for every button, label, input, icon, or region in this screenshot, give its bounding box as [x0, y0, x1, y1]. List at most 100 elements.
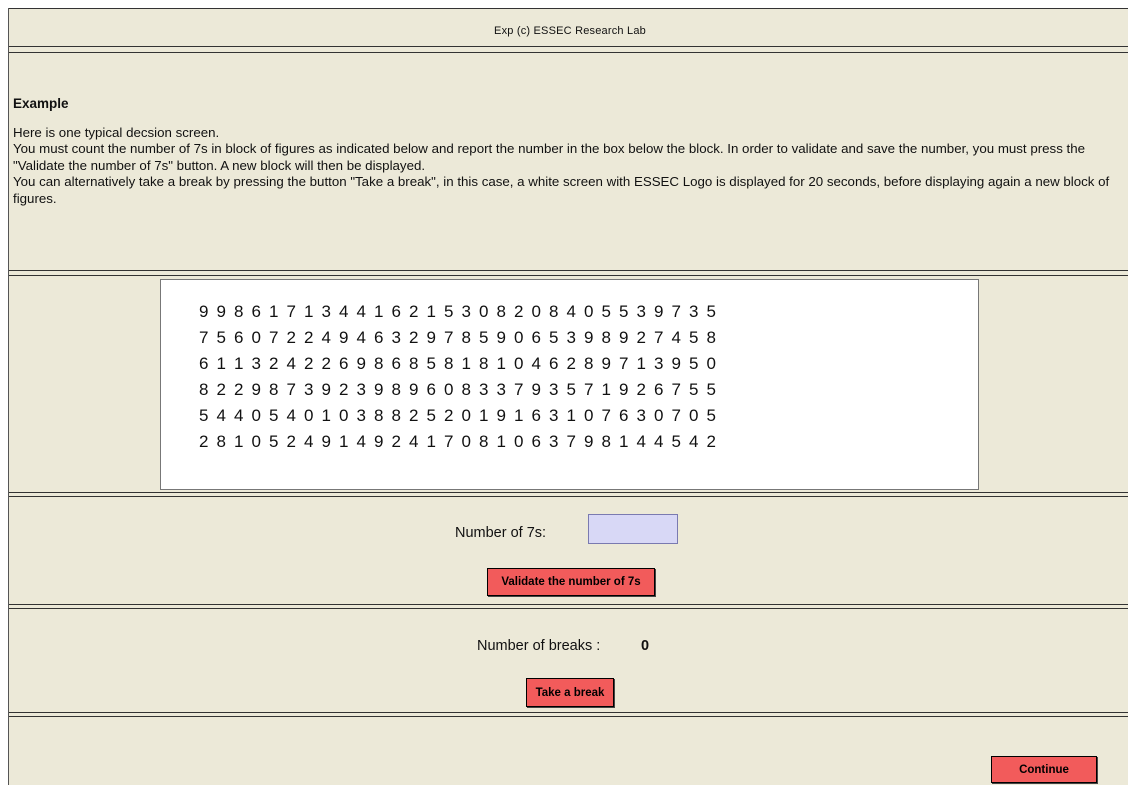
digit: 2 — [286, 432, 296, 451]
digit: 9 — [374, 432, 384, 451]
digit: 5 — [426, 354, 436, 373]
digit: 9 — [496, 328, 506, 347]
digit: 4 — [321, 328, 331, 347]
digit: 2 — [304, 328, 314, 347]
digit: 3 — [566, 328, 576, 347]
digit: 0 — [706, 354, 716, 373]
digit: 3 — [479, 380, 489, 399]
digit: 1 — [636, 354, 646, 373]
digit: 7 — [671, 380, 681, 399]
digit: 0 — [444, 380, 454, 399]
digit: 6 — [531, 328, 541, 347]
breaks-label: Number of breaks : — [477, 638, 601, 654]
digit: 3 — [636, 406, 646, 425]
digit: 8 — [584, 354, 594, 373]
instructions: Example Here is one typical decsion scre… — [13, 96, 1121, 207]
digit: 5 — [216, 328, 226, 347]
divider — [9, 270, 1128, 271]
digit: 5 — [706, 406, 716, 425]
digit: 1 — [514, 406, 524, 425]
digit: 9 — [199, 302, 209, 321]
digit: 2 — [409, 328, 419, 347]
digit: 2 — [234, 380, 244, 399]
digit: 5 — [199, 406, 209, 425]
digit: 2 — [444, 406, 454, 425]
header-title: Exp (c) ESSEC Research Lab — [494, 25, 646, 37]
digit: 0 — [251, 328, 261, 347]
digit: 6 — [619, 406, 629, 425]
digit: 4 — [689, 432, 699, 451]
digit: 0 — [251, 406, 261, 425]
digit-row: 281052491492417081063798144542 — [195, 432, 720, 452]
digit: 4 — [216, 406, 226, 425]
digit: 3 — [689, 302, 699, 321]
digit: 1 — [601, 380, 611, 399]
digit: 9 — [321, 432, 331, 451]
digit: 8 — [234, 302, 244, 321]
digit: 6 — [234, 328, 244, 347]
digit: 6 — [374, 328, 384, 347]
count-input[interactable] — [588, 514, 678, 544]
digit: 1 — [566, 406, 576, 425]
digit: 2 — [409, 406, 419, 425]
digit: 6 — [251, 302, 261, 321]
digit: 6 — [391, 302, 401, 321]
digit: 7 — [199, 328, 209, 347]
digit: 2 — [216, 380, 226, 399]
digit: 2 — [321, 354, 331, 373]
continue-button[interactable]: Continue — [991, 756, 1097, 783]
validate-button[interactable]: Validate the number of 7s — [487, 568, 655, 596]
digit: 6 — [391, 354, 401, 373]
digit: 5 — [444, 302, 454, 321]
digit-row: 822987392398960833793571926755 — [195, 380, 720, 400]
digit: 9 — [339, 328, 349, 347]
digit: 8 — [409, 354, 419, 373]
digit: 2 — [199, 432, 209, 451]
digit: 1 — [304, 302, 314, 321]
digit: 6 — [199, 354, 209, 373]
digit: 3 — [251, 354, 261, 373]
digit: 4 — [356, 432, 366, 451]
digit: 9 — [409, 380, 419, 399]
digit: 5 — [706, 380, 716, 399]
divider — [9, 604, 1128, 605]
digit: 2 — [514, 302, 524, 321]
digit: 0 — [654, 406, 664, 425]
digit-row: 544054010388252019163107630705 — [195, 406, 720, 426]
instructions-line: Here is one typical decsion screen. — [13, 124, 220, 140]
digit: 1 — [216, 354, 226, 373]
digit: 9 — [654, 302, 664, 321]
digit: 2 — [304, 354, 314, 373]
digit: 8 — [391, 380, 401, 399]
digit: 1 — [479, 406, 489, 425]
digit: 8 — [199, 380, 209, 399]
count-label: Number of 7s: — [455, 525, 547, 541]
digit: 4 — [531, 354, 541, 373]
divider — [9, 496, 1128, 497]
take-break-button[interactable]: Take a break — [526, 678, 614, 707]
digit: 4 — [654, 432, 664, 451]
digit: 8 — [549, 302, 559, 321]
digit: 7 — [514, 380, 524, 399]
digit: 4 — [234, 406, 244, 425]
digit: 8 — [496, 302, 506, 321]
digit: 5 — [689, 354, 699, 373]
digit: 2 — [286, 328, 296, 347]
digit: 0 — [461, 406, 471, 425]
digit: 6 — [531, 432, 541, 451]
digit: 7 — [269, 328, 279, 347]
digit: 7 — [654, 328, 664, 347]
digit: 8 — [391, 406, 401, 425]
digit: 9 — [321, 380, 331, 399]
digit-block: 998617134416215308208405539735 756072249… — [160, 279, 979, 490]
digit: 8 — [601, 328, 611, 347]
digit: 2 — [636, 328, 646, 347]
digit: 8 — [479, 432, 489, 451]
digit: 9 — [584, 432, 594, 451]
digit: 5 — [706, 302, 716, 321]
digit: 0 — [584, 302, 594, 321]
digit: 9 — [251, 380, 261, 399]
digit: 1 — [426, 302, 436, 321]
digit: 3 — [549, 432, 559, 451]
digit: 4 — [409, 432, 419, 451]
